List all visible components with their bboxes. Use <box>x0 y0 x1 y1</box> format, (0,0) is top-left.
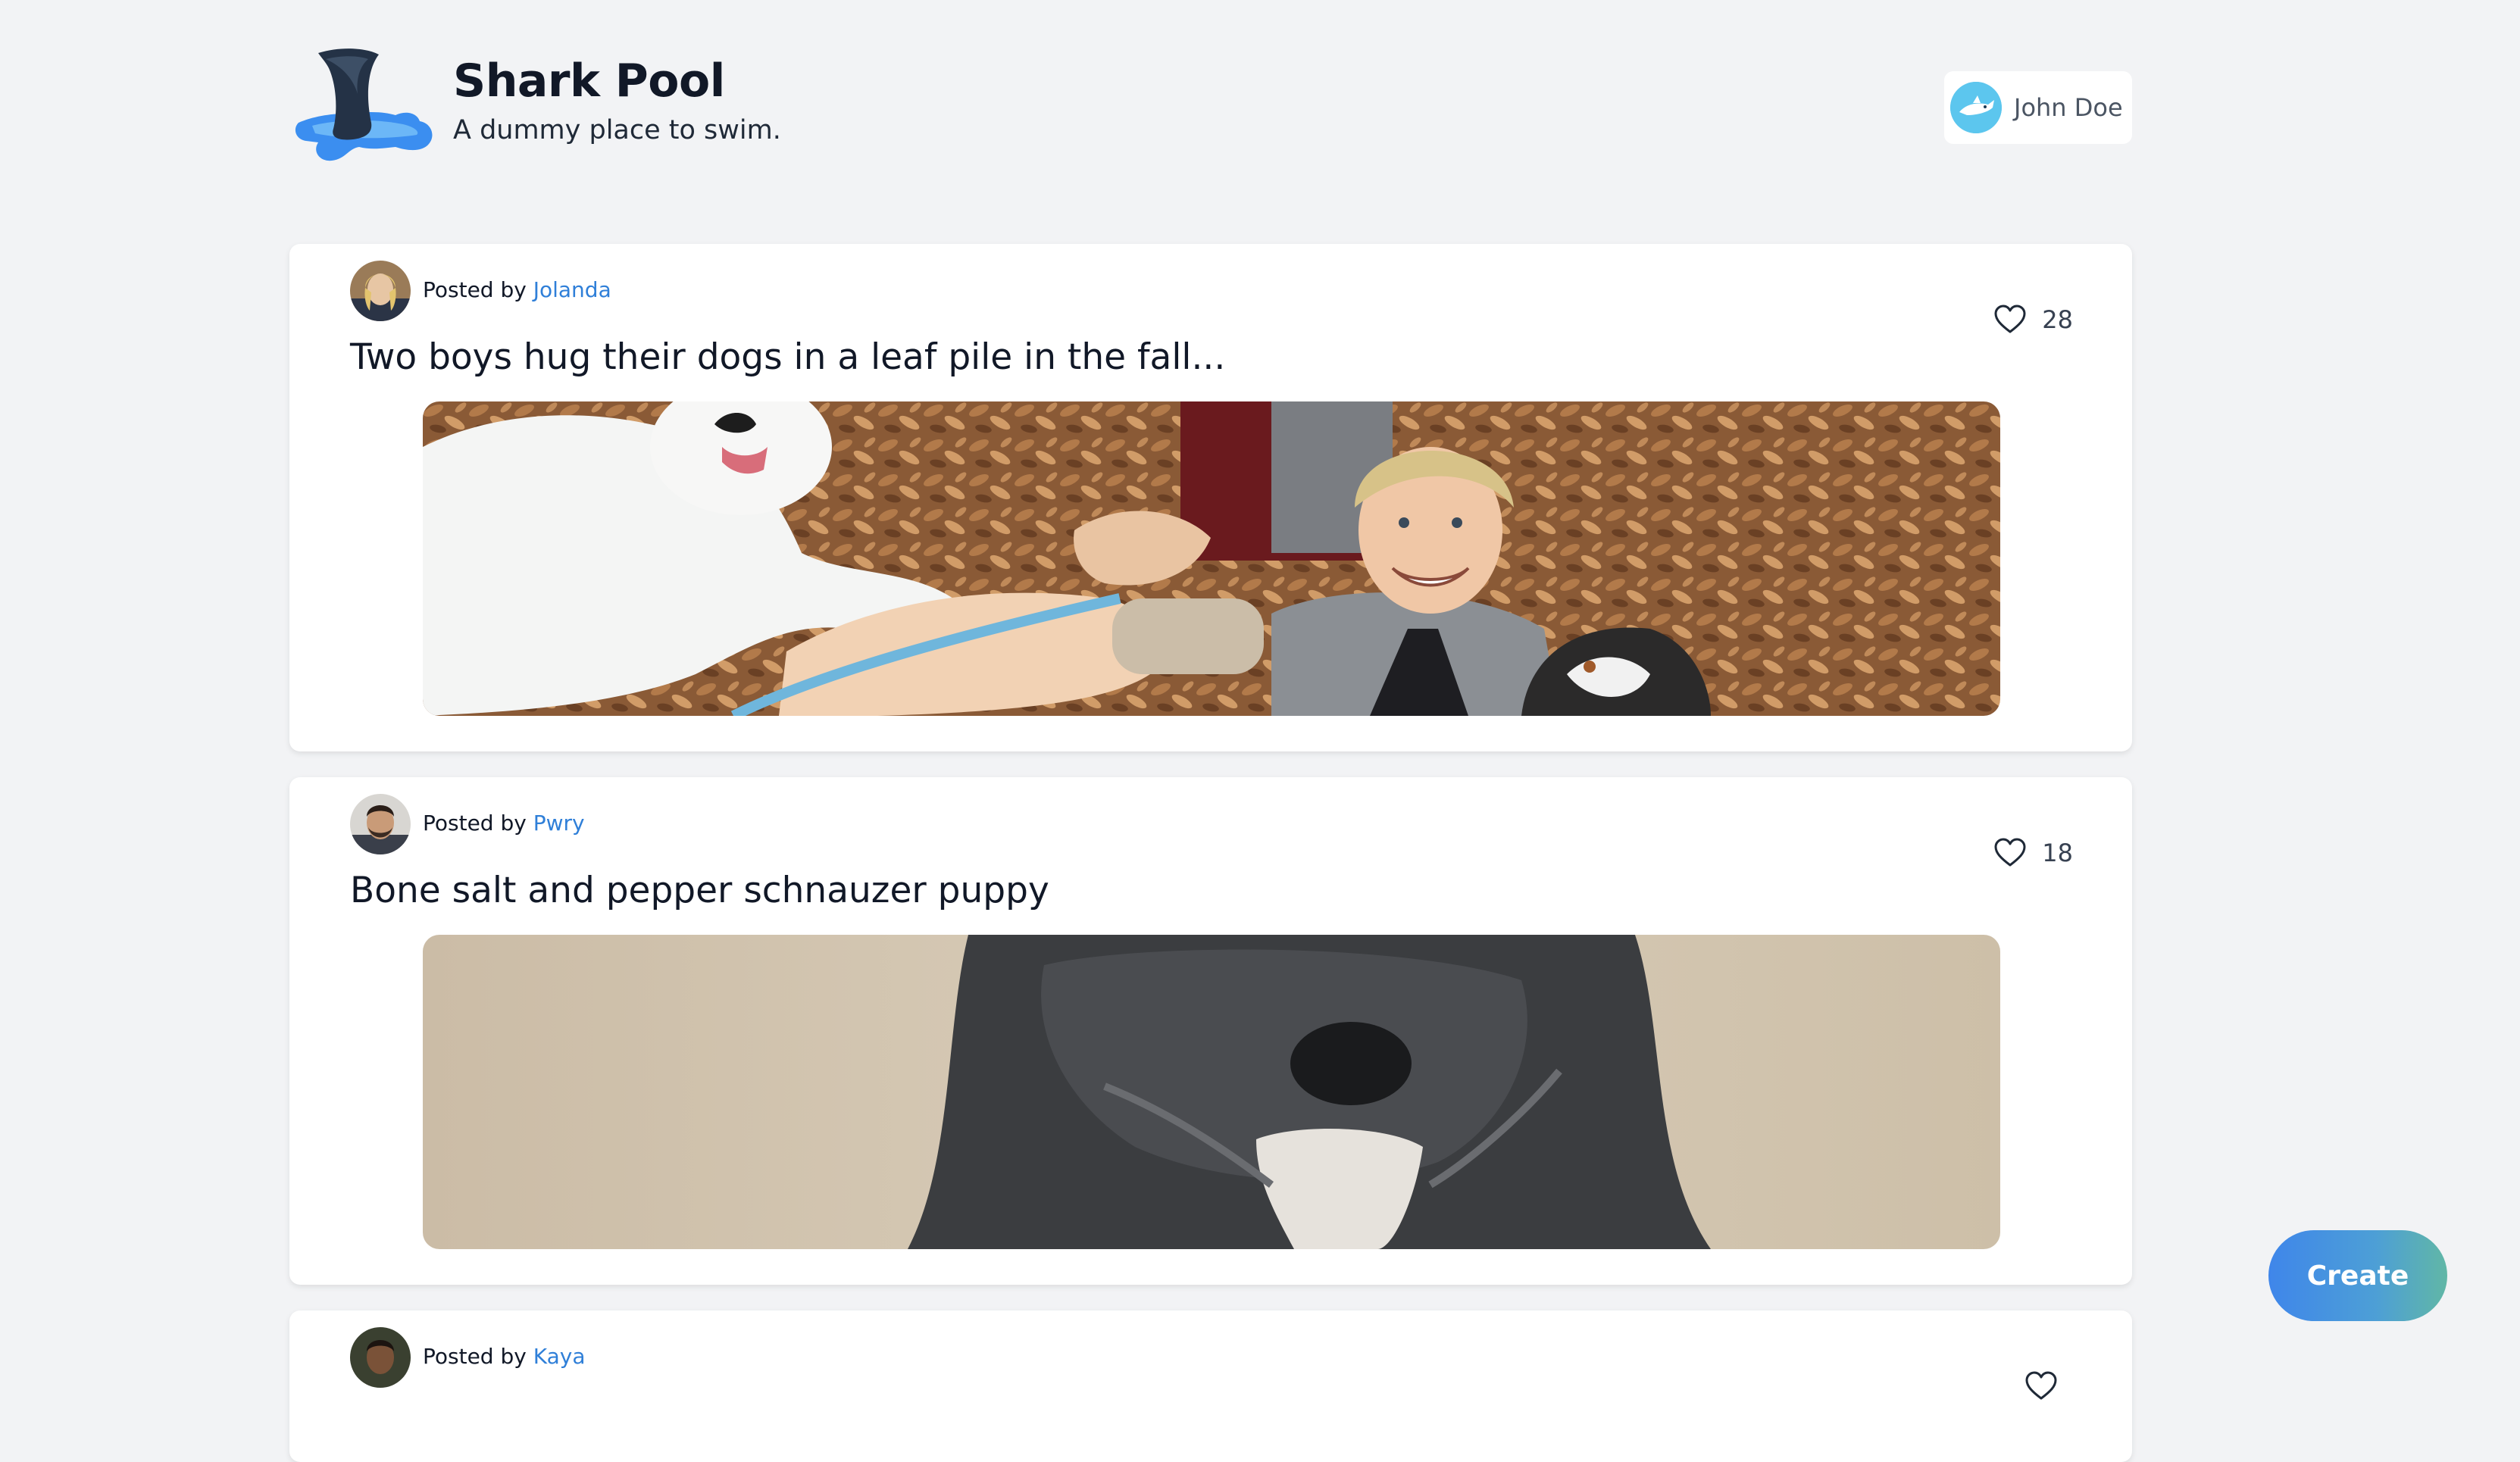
user-name: John Doe <box>2014 93 2123 122</box>
posted-by-line: Posted by Jolanda <box>423 277 611 302</box>
site-header: Shark Pool A dummy place to swim. John D… <box>289 38 2132 182</box>
posted-by-label: Posted by <box>423 811 533 836</box>
heart-icon <box>1994 838 2026 867</box>
shark-avatar-icon <box>1950 82 2002 133</box>
like-button[interactable]: 28 <box>1993 305 2073 335</box>
site-title: Shark Pool <box>453 55 725 108</box>
author-link[interactable]: Jolanda <box>533 277 611 302</box>
posted-by-line: Posted by Kaya <box>423 1344 586 1369</box>
post-title[interactable]: Bone salt and pepper schnauzer puppy <box>350 870 1049 911</box>
post-card[interactable]: Posted by Jolanda 28 Two boys hug their … <box>289 244 2132 751</box>
author-avatar[interactable] <box>350 1327 411 1388</box>
posted-by-label: Posted by <box>423 1344 533 1369</box>
shark-fin-logo-icon[interactable] <box>289 38 441 182</box>
heart-icon <box>1994 305 2026 333</box>
create-button[interactable]: Create <box>2268 1230 2447 1321</box>
like-count: 18 <box>2042 839 2073 867</box>
author-link[interactable]: Kaya <box>533 1344 586 1369</box>
post-card[interactable]: Posted by Pwry 18 Bone salt and pepper s… <box>289 777 2132 1285</box>
posted-by-line: Posted by Pwry <box>423 811 585 836</box>
post-image[interactable] <box>423 401 2000 716</box>
author-link[interactable]: Pwry <box>533 811 585 836</box>
posted-by-label: Posted by <box>423 277 533 302</box>
post-title[interactable]: Two boys hug their dogs in a leaf pile i… <box>350 336 1225 378</box>
heart-icon <box>2025 1371 2057 1400</box>
author-avatar[interactable] <box>350 794 411 854</box>
like-count: 28 <box>2042 305 2073 334</box>
author-avatar[interactable] <box>350 261 411 321</box>
like-button[interactable] <box>2024 1371 2073 1401</box>
user-menu-button[interactable]: John Doe <box>1944 71 2132 144</box>
post-card[interactable]: Posted by Kaya <box>289 1310 2132 1462</box>
post-image[interactable] <box>423 935 2000 1249</box>
site-tagline: A dummy place to swim. <box>453 115 781 145</box>
like-button[interactable]: 18 <box>1993 838 2073 868</box>
